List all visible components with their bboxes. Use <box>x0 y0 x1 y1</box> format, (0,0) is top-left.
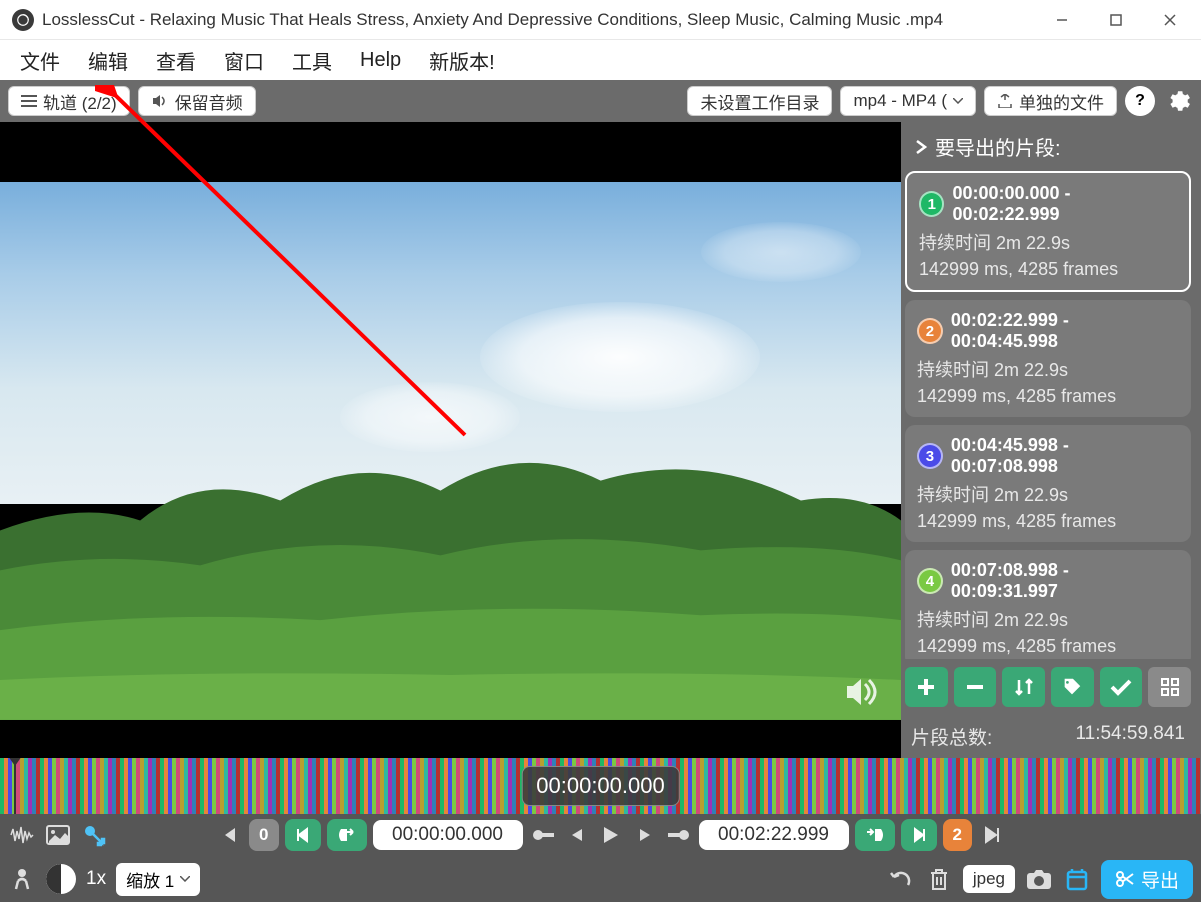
volume-icon[interactable] <box>843 674 883 710</box>
menubar: 文件 编辑 查看 窗口 工具 Help 新版本! <box>0 40 1201 80</box>
set-start-button[interactable] <box>327 819 367 851</box>
segment-badge: 3 <box>917 443 943 469</box>
segment-3[interactable]: 3 00:04:45.998 - 00:07:08.998 持续时间 2m 22… <box>905 425 1191 542</box>
segment-detail: 142999 ms, 4285 frames <box>917 636 1179 657</box>
maximize-button[interactable] <box>1089 0 1143 40</box>
segment-detail: 142999 ms, 4285 frames <box>919 259 1177 280</box>
grid-segments-button[interactable] <box>1148 667 1191 707</box>
menu-file[interactable]: 文件 <box>8 40 72 81</box>
menu-newversion[interactable]: 新版本! <box>417 40 507 81</box>
play-button[interactable] <box>597 821 625 849</box>
remove-segment-button[interactable] <box>954 667 997 707</box>
menu-edit[interactable]: 编辑 <box>76 40 140 81</box>
menu-window[interactable]: 窗口 <box>212 40 276 81</box>
segment-detail: 142999 ms, 4285 frames <box>917 511 1179 532</box>
total-segments-value: 11:54:59.841 <box>1075 723 1185 750</box>
end-time-input[interactable]: 00:02:22.999 <box>699 820 849 850</box>
speaker-icon <box>151 93 169 109</box>
segment-2[interactable]: 2 00:02:22.999 - 00:04:45.998 持续时间 2m 22… <box>905 300 1191 417</box>
gear-icon <box>1165 88 1191 114</box>
segment-badge[interactable]: 2 <box>943 819 972 851</box>
cut-mode-icon[interactable] <box>8 865 36 893</box>
tracks-label: 轨道 (2/2) <box>43 89 117 114</box>
yinyang-button[interactable] <box>46 864 76 894</box>
segment-duration: 持续时间 2m 22.9s <box>919 229 1177 255</box>
keep-audio-label: 保留音频 <box>175 89 243 114</box>
keep-audio-button[interactable]: 保留音频 <box>138 86 256 116</box>
total-segments-label: 片段总数: <box>911 723 992 750</box>
batch-icon[interactable] <box>1063 865 1091 893</box>
close-button[interactable] <box>1143 0 1197 40</box>
export-button[interactable]: 导出 <box>1101 860 1193 899</box>
zero-button[interactable]: 0 <box>249 819 278 851</box>
segment-badge: 2 <box>917 318 943 344</box>
timeline[interactable]: 00:00:00.000 <box>0 758 1201 814</box>
playhead[interactable] <box>14 758 16 814</box>
menu-view[interactable]: 查看 <box>144 40 208 81</box>
start-time-input[interactable]: 00:00:00.000 <box>373 820 523 850</box>
segment-badge: 4 <box>917 568 943 594</box>
prev-keyframe-button[interactable] <box>285 819 321 851</box>
help-button[interactable]: ? <box>1125 86 1155 116</box>
keyframes-icon[interactable] <box>80 821 108 849</box>
segment-duration: 持续时间 2m 22.9s <box>917 356 1179 382</box>
zoom-select[interactable]: 缩放 1 <box>116 863 200 896</box>
segment-detail: 142999 ms, 4285 frames <box>917 386 1179 407</box>
menu-help[interactable]: Help <box>348 43 413 78</box>
trash-icon[interactable] <box>925 865 953 893</box>
merge-mode-button[interactable]: 单独的文件 <box>984 86 1117 116</box>
skip-end-button[interactable] <box>978 821 1006 849</box>
video-preview[interactable] <box>0 122 901 758</box>
speed-label[interactable]: 1x <box>86 868 106 890</box>
segment-duration: 持续时间 2m 22.9s <box>917 606 1179 632</box>
key-left-icon[interactable] <box>529 821 557 849</box>
key-right-icon[interactable] <box>665 821 693 849</box>
segment-range: 00:02:22.999 - 00:04:45.998 <box>951 310 1179 352</box>
segment-badge: 1 <box>919 191 944 217</box>
undo-icon[interactable] <box>887 865 915 893</box>
merge-icon <box>997 94 1013 108</box>
segment-range: 00:04:45.998 - 00:07:08.998 <box>951 435 1179 477</box>
waveform-icon[interactable] <box>8 821 36 849</box>
chevron-right-icon <box>915 139 927 155</box>
minimize-button[interactable] <box>1035 0 1089 40</box>
settings-button[interactable] <box>1163 86 1193 116</box>
app-icon <box>12 9 34 31</box>
menu-tools[interactable]: 工具 <box>280 40 344 81</box>
chevron-down-icon <box>953 98 963 104</box>
add-segment-button[interactable] <box>905 667 948 707</box>
skip-start-button[interactable] <box>215 821 243 849</box>
check-segments-button[interactable] <box>1100 667 1143 707</box>
segment-range: 00:00:00.000 - 00:02:22.999 <box>952 183 1177 225</box>
step-forward-button[interactable] <box>631 821 659 849</box>
timeline-timecode: 00:00:00.000 <box>521 766 679 806</box>
segments-header[interactable]: 要导出的片段: <box>901 122 1195 171</box>
chevron-down-icon <box>180 876 190 882</box>
segment-range: 00:07:08.998 - 00:09:31.997 <box>951 560 1179 602</box>
capture-format-button[interactable]: jpeg <box>963 865 1015 893</box>
sort-segments-button[interactable] <box>1002 667 1045 707</box>
segment-1[interactable]: 1 00:00:00.000 - 00:02:22.999 持续时间 2m 22… <box>905 171 1191 292</box>
format-select[interactable]: mp4 - MP4 ( <box>840 86 976 116</box>
scissors-icon <box>1115 870 1135 888</box>
segment-duration: 持续时间 2m 22.9s <box>917 481 1179 507</box>
step-back-button[interactable] <box>563 821 591 849</box>
next-keyframe-button[interactable] <box>901 819 937 851</box>
thumbnails-icon[interactable] <box>44 821 72 849</box>
window-title: LosslessCut - Relaxing Music That Heals … <box>42 10 1035 30</box>
workdir-button[interactable]: 未设置工作目录 <box>687 86 832 116</box>
camera-icon[interactable] <box>1025 865 1053 893</box>
tracks-button[interactable]: 轨道 (2/2) <box>8 86 130 116</box>
list-icon <box>21 94 37 108</box>
set-end-button[interactable] <box>855 819 895 851</box>
segment-4[interactable]: 4 00:07:08.998 - 00:09:31.997 持续时间 2m 22… <box>905 550 1191 659</box>
tag-segments-button[interactable] <box>1051 667 1094 707</box>
